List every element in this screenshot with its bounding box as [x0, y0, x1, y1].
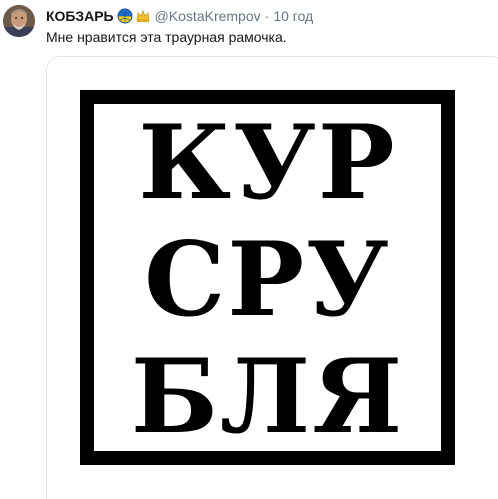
tweet-header: КОБЗАРЬ @KostaKrempov · 10 год [46, 6, 313, 26]
author-handle[interactable]: @KostaKrempov [155, 6, 261, 26]
separator-dot: · [264, 8, 270, 24]
globe-flag-icon [117, 8, 133, 24]
image-line-3: БЛЯ [130, 337, 405, 457]
image-line-2: СРУ [144, 220, 391, 340]
image-line-1: КУР [138, 103, 397, 223]
author-name[interactable]: КОБЗАРЬ [46, 6, 114, 26]
tweet-media-image[interactable]: КУР СРУ БЛЯ [46, 56, 498, 499]
tweet[interactable]: КОБЗАРЬ @KostaKrempov · 10 год Мне нрави… [0, 0, 498, 499]
mourning-frame: КУР СРУ БЛЯ [80, 90, 455, 465]
tweet-time[interactable]: 10 год [273, 6, 313, 26]
avatar[interactable] [3, 5, 35, 37]
tweet-text: Мне нравится эта траурная рамочка. [46, 29, 287, 45]
crown-icon [135, 8, 151, 24]
